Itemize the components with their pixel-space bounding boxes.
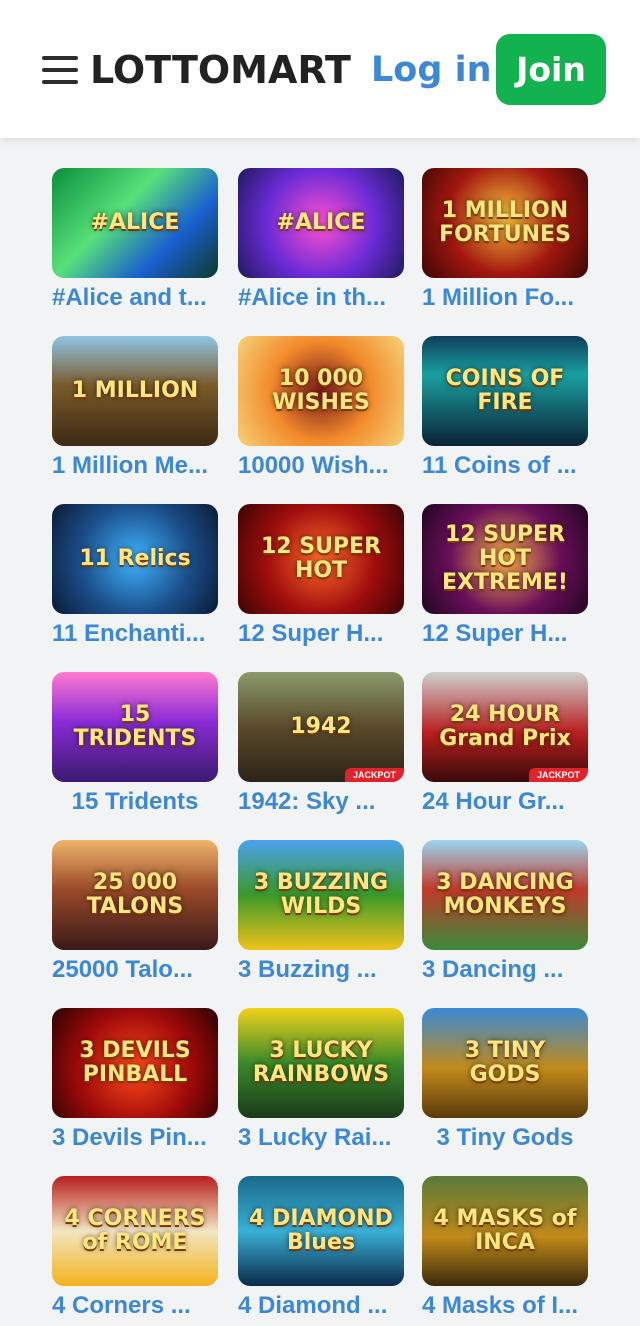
game-title[interactable]: 24 Hour Gr...	[422, 786, 588, 818]
game-tile[interactable]: 3 TINY GODS 3 Tiny Gods	[422, 1008, 588, 1158]
game-title[interactable]: 3 Devils Pin...	[52, 1122, 218, 1154]
game-tile[interactable]: 1 MILLION 1 Million Me...	[52, 336, 218, 486]
lottomart-logo[interactable]: LOTTOMART	[90, 48, 351, 92]
game-thumbnail-logo: 10 000 WISHES	[272, 366, 370, 415]
login-link[interactable]: Log in	[371, 48, 492, 92]
game-thumbnail-logo: 4 DIAMOND Blues	[249, 1206, 393, 1255]
game-tile[interactable]: 3 BUZZING WILDS 3 Buzzing ...	[238, 840, 404, 990]
game-thumbnail[interactable]: 12 SUPER HOT EXTREME!	[422, 504, 588, 614]
game-tile[interactable]: 3 LUCKY RAINBOWS 3 Lucky Rai...	[238, 1008, 404, 1158]
game-title[interactable]: 3 Tiny Gods	[422, 1122, 588, 1154]
game-thumbnail[interactable]: 4 MASKS of INCA	[422, 1176, 588, 1286]
game-title[interactable]: 3 Dancing ...	[422, 954, 588, 986]
game-thumbnail[interactable]: 1942 JACKPOT	[238, 672, 404, 782]
game-thumbnail[interactable]: 4 DIAMOND Blues	[238, 1176, 404, 1286]
game-thumbnail-logo: 1 MILLION	[71, 378, 199, 403]
game-thumbnail-logo: #ALICE	[276, 210, 366, 235]
game-thumbnail[interactable]: 3 DEVILS PINBALL	[52, 1008, 218, 1118]
game-title[interactable]: 4 Masks of I...	[422, 1290, 588, 1322]
game-tile[interactable]: COINS OF FIRE 11 Coins of ...	[422, 336, 588, 486]
game-title[interactable]: 25000 Talo...	[52, 954, 218, 986]
game-thumbnail-logo: 3 DANCING MONKEYS	[436, 870, 574, 919]
hamburger-menu-icon[interactable]	[40, 53, 80, 87]
game-title[interactable]: 11 Enchanti...	[52, 618, 218, 650]
game-tile[interactable]: 3 DANCING MONKEYS 3 Dancing ...	[422, 840, 588, 990]
game-thumbnail[interactable]: 24 HOUR Grand Prix JACKPOT	[422, 672, 588, 782]
game-thumbnail-logo: 3 DEVILS PINBALL	[79, 1038, 191, 1087]
game-thumbnail[interactable]: 1 MILLION FORTUNES	[422, 168, 588, 278]
game-thumbnail-logo: 12 SUPER HOT EXTREME!	[442, 522, 568, 595]
game-tile[interactable]: 11 Relics 11 Enchanti...	[52, 504, 218, 654]
game-thumbnail-logo: 25 000 TALONS	[86, 870, 184, 919]
game-title[interactable]: 4 Diamond ...	[238, 1290, 404, 1322]
game-title[interactable]: 1 Million Fo...	[422, 282, 588, 314]
game-thumbnail[interactable]: 11 Relics	[52, 504, 218, 614]
game-tile[interactable]: 4 DIAMOND Blues 4 Diamond ...	[238, 1176, 404, 1326]
menu-line	[42, 56, 78, 60]
game-tile[interactable]: 12 SUPER HOT EXTREME! 12 Super H...	[422, 504, 588, 654]
game-thumbnail-logo: 1942	[290, 714, 352, 739]
game-title[interactable]: 1 Million Me...	[52, 450, 218, 482]
menu-line	[42, 80, 78, 84]
jackpot-badge: JACKPOT	[344, 768, 404, 782]
game-thumbnail[interactable]: 25 000 TALONS	[52, 840, 218, 950]
site-header: LOTTOMART Log in Join	[0, 0, 640, 138]
game-thumbnail[interactable]: 12 SUPER HOT	[238, 504, 404, 614]
game-title[interactable]: 4 Corners ...	[52, 1290, 218, 1322]
game-tile[interactable]: 25 000 TALONS 25000 Talo...	[52, 840, 218, 990]
game-thumbnail-logo: 3 TINY GODS	[464, 1038, 546, 1087]
game-thumbnail-logo: 3 LUCKY RAINBOWS	[252, 1038, 390, 1087]
game-title[interactable]: 3 Lucky Rai...	[238, 1122, 404, 1154]
game-thumbnail-logo: 4 MASKS of INCA	[433, 1206, 577, 1255]
game-thumbnail-logo: 3 BUZZING WILDS	[253, 870, 389, 919]
game-thumbnail-logo: 11 Relics	[79, 546, 191, 571]
game-thumbnail-logo: 4 CORNERS of ROME	[64, 1206, 206, 1255]
game-title[interactable]: 12 Super H...	[422, 618, 588, 650]
join-button[interactable]: Join	[496, 34, 606, 105]
game-tile[interactable]: 24 HOUR Grand Prix JACKPOT 24 Hour Gr...	[422, 672, 588, 822]
game-tile[interactable]: 3 DEVILS PINBALL 3 Devils Pin...	[52, 1008, 218, 1158]
game-tile[interactable]: 12 SUPER HOT 12 Super H...	[238, 504, 404, 654]
game-tile[interactable]: 10 000 WISHES 10000 Wish...	[238, 336, 404, 486]
game-thumbnail-logo: COINS OF FIRE	[445, 366, 565, 415]
game-tile[interactable]: 15 TRIDENTS 15 Tridents	[52, 672, 218, 822]
game-thumbnail[interactable]: 10 000 WISHES	[238, 336, 404, 446]
game-thumbnail-logo: #ALICE	[90, 210, 180, 235]
game-tile[interactable]: 4 CORNERS of ROME 4 Corners ...	[52, 1176, 218, 1326]
game-tile[interactable]: 1 MILLION FORTUNES 1 Million Fo...	[422, 168, 588, 318]
game-thumbnail[interactable]: 4 CORNERS of ROME	[52, 1176, 218, 1286]
game-thumbnail-logo: 24 HOUR Grand Prix	[439, 702, 571, 751]
game-thumbnail[interactable]: 3 TINY GODS	[422, 1008, 588, 1118]
game-title[interactable]: #Alice in th...	[238, 282, 404, 314]
game-thumbnail[interactable]: 1 MILLION	[52, 336, 218, 446]
game-title[interactable]: 15 Tridents	[52, 786, 218, 818]
menu-line	[42, 68, 78, 72]
game-thumbnail[interactable]: #ALICE	[238, 168, 404, 278]
game-title[interactable]: 3 Buzzing ...	[238, 954, 404, 986]
game-thumbnail-logo: 15 TRIDENTS	[73, 702, 197, 751]
game-tile[interactable]: #ALICE #Alice and t...	[52, 168, 218, 318]
game-title[interactable]: #Alice and t...	[52, 282, 218, 314]
game-title[interactable]: 1942: Sky ...	[238, 786, 404, 818]
game-title[interactable]: 12 Super H...	[238, 618, 404, 650]
game-thumbnail[interactable]: 3 LUCKY RAINBOWS	[238, 1008, 404, 1118]
game-title[interactable]: 11 Coins of ...	[422, 450, 588, 482]
game-title[interactable]: 10000 Wish...	[238, 450, 404, 482]
game-thumbnail[interactable]: COINS OF FIRE	[422, 336, 588, 446]
game-tile[interactable]: 1942 JACKPOT 1942: Sky ...	[238, 672, 404, 822]
game-thumbnail-logo: 12 SUPER HOT	[260, 534, 382, 583]
game-thumbnail[interactable]: 15 TRIDENTS	[52, 672, 218, 782]
game-thumbnail[interactable]: #ALICE	[52, 168, 218, 278]
game-tile[interactable]: #ALICE #Alice in th...	[238, 168, 404, 318]
game-thumbnail-logo: 1 MILLION FORTUNES	[439, 198, 571, 247]
jackpot-badge: JACKPOT	[528, 768, 588, 782]
game-thumbnail[interactable]: 3 BUZZING WILDS	[238, 840, 404, 950]
game-thumbnail[interactable]: 3 DANCING MONKEYS	[422, 840, 588, 950]
game-tile[interactable]: 4 MASKS of INCA 4 Masks of I...	[422, 1176, 588, 1326]
